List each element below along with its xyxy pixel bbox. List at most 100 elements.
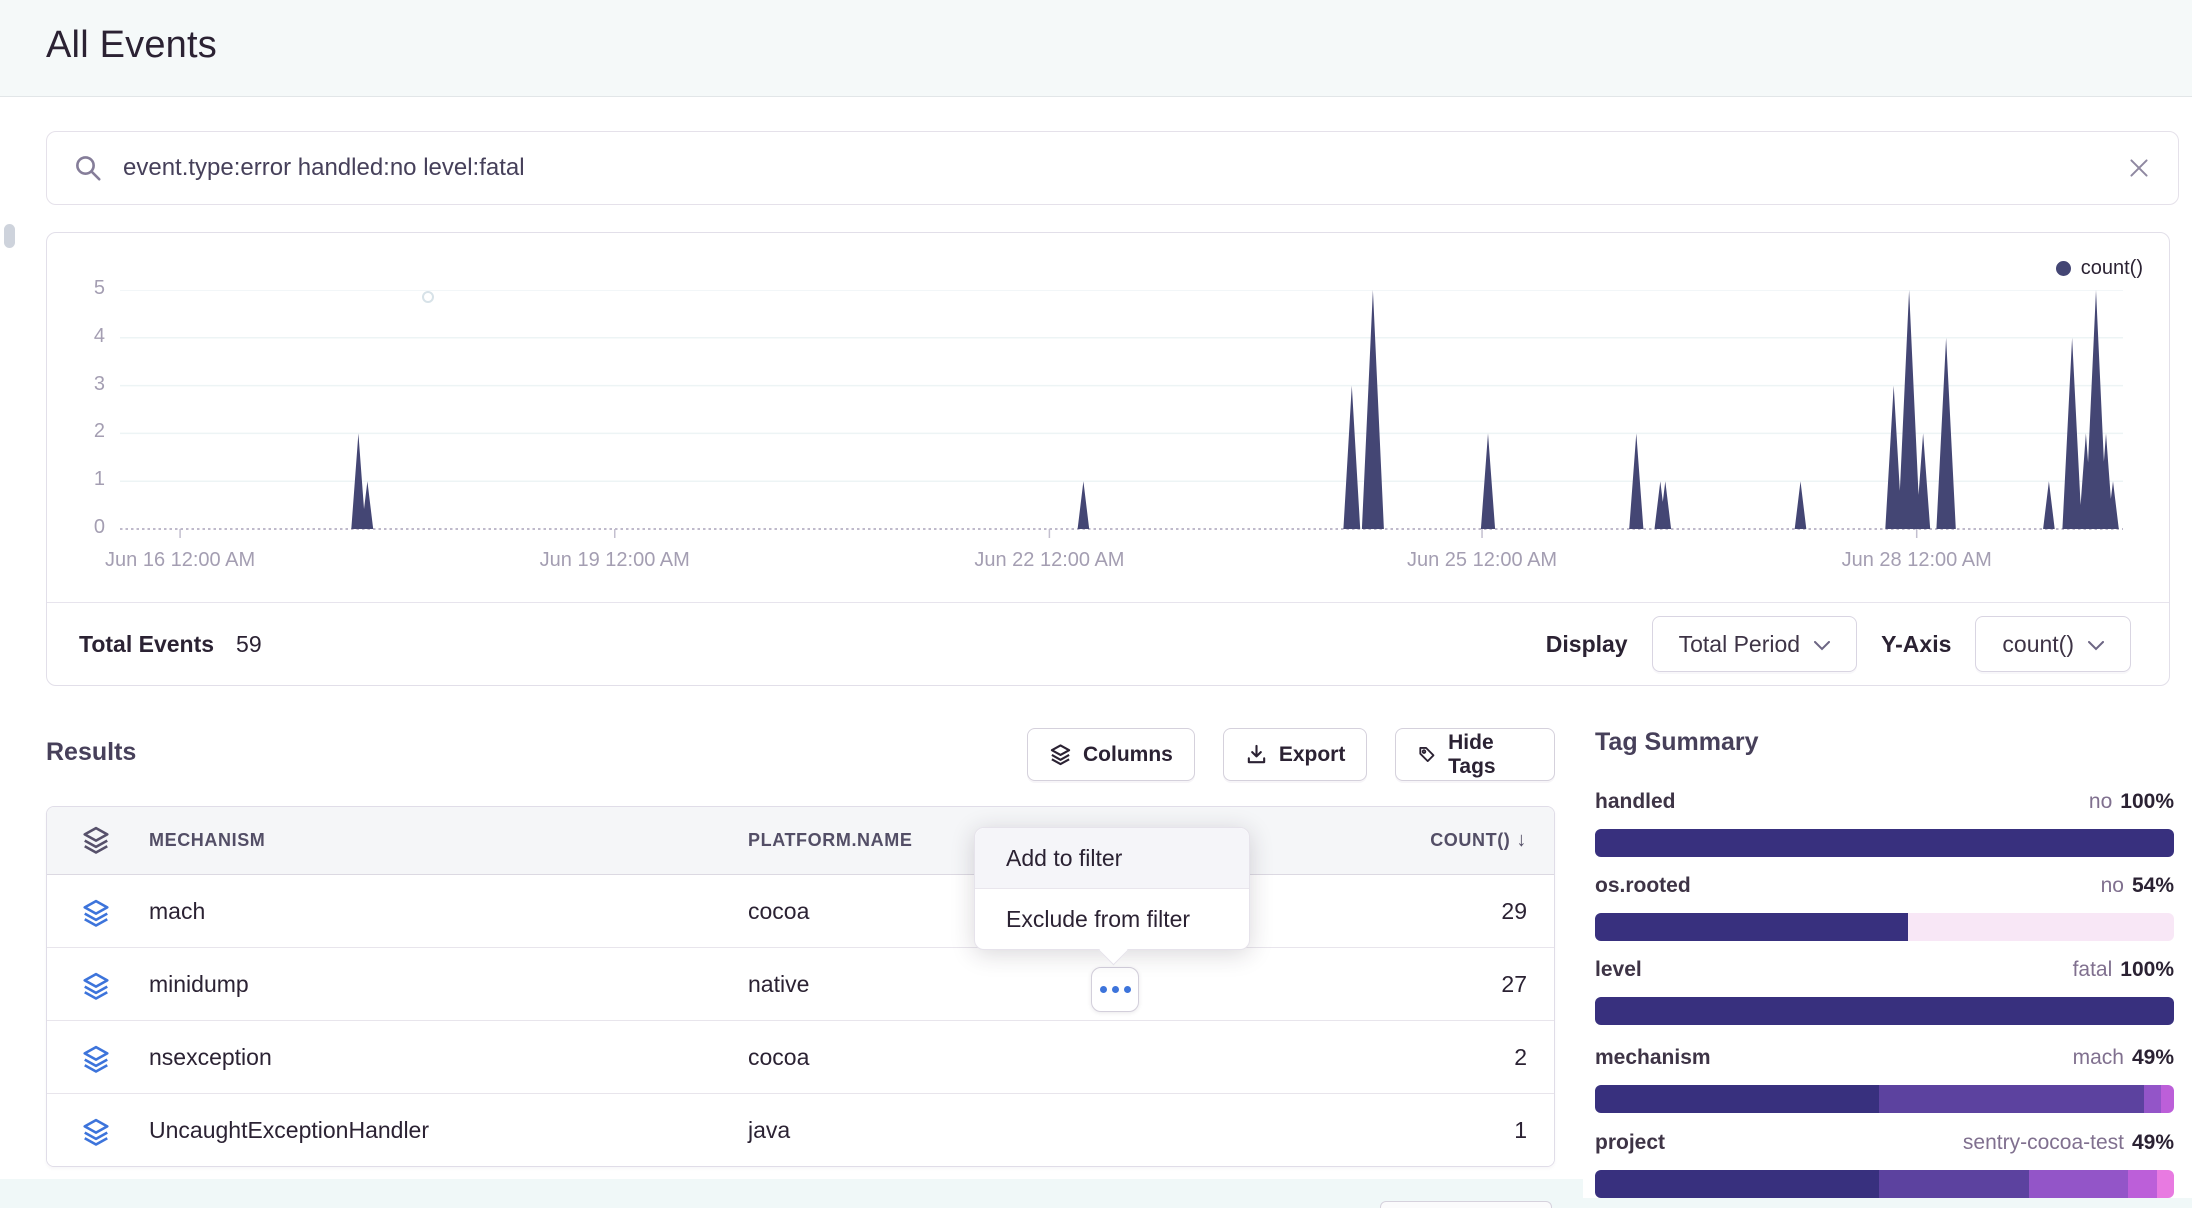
stack-icon: [1049, 743, 1072, 766]
y-axis-label: 5: [49, 277, 105, 300]
page-bottom-background: [1583, 1198, 2192, 1208]
tag-summary-panel: Tag Summary handled no100% os.rooted no5…: [1595, 728, 2174, 757]
tag-bar-segment: [2161, 1085, 2174, 1113]
cell-count: 27: [1501, 971, 1527, 998]
tag-top-value: sentry-cocoa-test49%: [1963, 1131, 2174, 1155]
export-button[interactable]: Export: [1223, 728, 1368, 781]
results-table: MECHANISM PLATFORM.NAME COUNT() ↓ mach c…: [46, 806, 1555, 1167]
page-title: All Events: [46, 24, 217, 67]
yaxis-dropdown-value: count(): [2002, 631, 2074, 658]
x-axis-label: Jun 19 12:00 AM: [540, 549, 690, 572]
events-chart-panel: count() 543210 Jun 16 12:00 AMJun 19 12:…: [46, 232, 2170, 686]
table-row: mach cocoa 29: [47, 875, 1554, 948]
count-header-label: COUNT(): [1430, 830, 1510, 851]
tag-bar-segment: [2157, 1170, 2174, 1198]
tag-distribution-bar[interactable]: [1595, 829, 2174, 857]
legend-dot: [2056, 261, 2071, 276]
column-header-count[interactable]: COUNT() ↓: [1430, 829, 1527, 852]
chart-legend: count(): [2056, 257, 2143, 280]
tag-entry-level: level fatal100%: [1595, 958, 2174, 990]
tag-distribution-bar[interactable]: [1595, 1170, 2174, 1198]
x-axis-label: Jun 22 12:00 AM: [974, 549, 1124, 572]
tag-bar-segment: [2128, 1170, 2157, 1198]
display-dropdown[interactable]: Total Period: [1652, 616, 1857, 672]
columns-button-label: Columns: [1083, 743, 1173, 767]
tag-entry-os-rooted: os.rooted no54%: [1595, 874, 2174, 906]
sort-desc-arrow-icon: ↓: [1516, 829, 1527, 852]
cell-platform: cocoa: [748, 898, 809, 925]
tag-name: level: [1595, 958, 1642, 982]
tag-top-value: no100%: [2089, 790, 2174, 814]
page-bottom-background: [0, 1179, 1583, 1208]
tag-bar-segment: [1595, 913, 1908, 941]
stack-icon: [81, 1117, 111, 1147]
cell-platform: cocoa: [748, 1044, 809, 1071]
chevron-down-icon: [2088, 641, 2104, 651]
search-bar[interactable]: event.type:error handled:no level:fatal: [46, 131, 2179, 205]
search-icon: [73, 153, 103, 183]
tag-bar-segment: [1595, 1170, 1879, 1198]
tag-bar-segment: [1908, 913, 2174, 941]
ellipsis-icon: [1124, 986, 1131, 993]
display-dropdown-value: Total Period: [1679, 631, 1800, 658]
table-row: nsexception cocoa 2: [47, 1021, 1554, 1094]
hover-point-marker: [423, 292, 433, 302]
tag-bar-segment: [1879, 1170, 2030, 1198]
x-axis-label: Jun 16 12:00 AM: [105, 549, 255, 572]
cell-count: 1: [1514, 1117, 1527, 1144]
export-button-label: Export: [1279, 743, 1346, 767]
search-input[interactable]: event.type:error handled:no level:fatal: [123, 154, 2126, 182]
tag-bar-segment: [1595, 997, 2174, 1025]
stack-icon: [81, 971, 111, 1001]
y-axis-label: 3: [49, 373, 105, 396]
row-actions-button[interactable]: [1091, 967, 1139, 1012]
stack-icon: [81, 1044, 111, 1074]
y-axis-label: 0: [49, 516, 105, 539]
hide-tags-button[interactable]: Hide Tags: [1395, 728, 1555, 781]
legend-label: count(): [2081, 257, 2143, 280]
edit-columns-icon[interactable]: [81, 825, 111, 855]
pagination-buttons[interactable]: [1380, 1201, 1552, 1208]
results-heading: Results: [46, 738, 136, 767]
stack-icon: [81, 898, 111, 928]
tag-entry-handled: handled no100%: [1595, 790, 2174, 822]
cell-count: 2: [1514, 1044, 1527, 1071]
tag-name: mechanism: [1595, 1046, 1711, 1070]
cell-mechanism: UncaughtExceptionHandler: [149, 1117, 429, 1144]
x-axis-label: Jun 25 12:00 AM: [1407, 549, 1557, 572]
tag-bar-segment: [2029, 1170, 2127, 1198]
columns-button[interactable]: Columns: [1027, 728, 1195, 781]
tag-bar-segment: [1595, 1085, 1879, 1113]
tag-distribution-bar[interactable]: [1595, 997, 2174, 1025]
tag-distribution-bar[interactable]: [1595, 1085, 2174, 1113]
chevron-down-icon: [1814, 641, 1830, 651]
table-row: UncaughtExceptionHandler java 1: [47, 1094, 1554, 1167]
tag-summary-heading: Tag Summary: [1595, 728, 2174, 757]
tag-top-value: mach49%: [2073, 1046, 2174, 1070]
clear-search-icon[interactable]: [2126, 155, 2152, 181]
tag-top-value: no54%: [2101, 874, 2174, 898]
display-label: Display: [1546, 631, 1628, 658]
column-header-platform[interactable]: PLATFORM.NAME: [748, 830, 912, 851]
cell-mechanism: nsexception: [149, 1044, 272, 1071]
tag-name: handled: [1595, 790, 1676, 814]
total-events-label: Total Events: [79, 631, 214, 658]
yaxis-label: Y-Axis: [1881, 631, 1951, 658]
tag-top-value: fatal100%: [2073, 958, 2174, 982]
tag-distribution-bar[interactable]: [1595, 913, 2174, 941]
cell-count: 29: [1501, 898, 1527, 925]
menu-item-add-to-filter[interactable]: Add to filter: [975, 828, 1249, 889]
column-header-mechanism[interactable]: MECHANISM: [149, 830, 265, 851]
tag-name: os.rooted: [1595, 874, 1691, 898]
tag-name: project: [1595, 1131, 1665, 1155]
hide-tags-button-label: Hide Tags: [1448, 731, 1533, 779]
scroll-thumb[interactable]: [4, 224, 15, 248]
cell-mechanism: minidump: [149, 971, 249, 998]
table-header-row: MECHANISM PLATFORM.NAME COUNT() ↓: [47, 807, 1554, 875]
total-events-value: 59: [236, 631, 262, 658]
chart-footer: Total Events 59 Display Total Period Y-A…: [47, 602, 2169, 685]
tag-icon: [1417, 743, 1437, 766]
table-row: minidump native 27: [47, 948, 1554, 1021]
yaxis-dropdown[interactable]: count(): [1975, 616, 2131, 672]
cell-actions-menu: Add to filter Exclude from filter: [974, 827, 1250, 950]
